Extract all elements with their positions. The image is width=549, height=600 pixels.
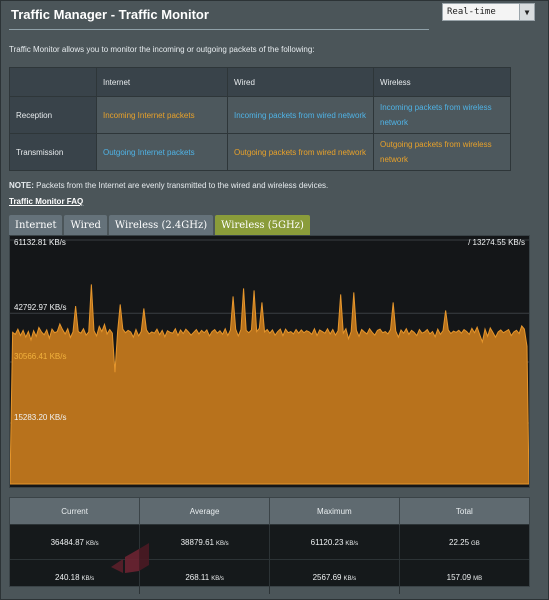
reception-wired-cell: Incoming packets from wired network: [227, 96, 374, 134]
stats-average: 268.11 KB/s: [139, 559, 270, 594]
stats-row-transmission: 240.18 KB/s 268.11 KB/s 2567.69 KB/s 157.09…: [10, 559, 529, 594]
stats-header-row: Current Average Maximum Total: [10, 498, 529, 525]
stats-maximum-unit: KB/s: [343, 575, 357, 582]
traffic-chart: 61132.81 KB/s 42792.97 KB/s 30566.41 KB/s 1…: [9, 235, 530, 488]
table-header-internet: Internet: [96, 67, 228, 97]
faq-link[interactable]: Traffic Monitor FAQ: [9, 197, 83, 206]
current-rate-readout: / 13274.55 KB/s: [468, 238, 525, 247]
note-prefix: NOTE:: [9, 181, 34, 190]
stats-maximum: 2567.69 KB/s: [269, 559, 400, 594]
tab-wireless-2-4ghz[interactable]: Wireless (2.4GHz): [108, 215, 214, 235]
stats-maximum-unit: KB/s: [345, 540, 359, 547]
table-header-empty: [9, 67, 97, 97]
page-title: Traffic Manager - Traffic Monitor: [11, 7, 209, 22]
stats-header-average: Average: [139, 498, 270, 525]
stats-total-value: 157.09: [446, 572, 472, 582]
row-label-reception: Reception: [9, 96, 97, 134]
y-tick-label: 15283.20 KB/s: [14, 413, 66, 422]
y-tick-label: 30566.41 KB/s: [14, 352, 66, 361]
stats-average-value: 38879.61: [180, 537, 214, 547]
table-row: Reception Incoming Internet packets Inco…: [9, 96, 511, 134]
stats-total: 157.09 MB: [399, 559, 529, 594]
reception-wireless-cell: Incoming packets from wireless network: [373, 96, 511, 134]
traffic-flow-table: Internet Wired Wireless Reception Incomi…: [9, 67, 511, 171]
stats-header-maximum: Maximum: [269, 498, 400, 525]
note-text: NOTE: Packets from the Internet are even…: [9, 181, 328, 190]
stats-header-current: Current: [10, 498, 141, 525]
stats-maximum-value: 61120.23: [310, 537, 344, 547]
mode-select[interactable]: Real-time ▼: [442, 3, 535, 21]
stats-current-unit: KB/s: [85, 540, 99, 547]
title-divider: [9, 29, 429, 30]
tab-internet[interactable]: Internet: [9, 215, 63, 235]
reception-area: [10, 284, 529, 485]
transmission-wireless-cell: Outgoing packets from wireless network: [373, 133, 511, 171]
intro-text: Traffic Monitor allows you to monitor th…: [9, 45, 315, 54]
stats-maximum-value: 2567.69: [312, 572, 342, 582]
y-tick-label: 61132.81 KB/s: [14, 238, 66, 247]
traffic-monitor-page: Traffic Manager - Traffic Monitor Real-t…: [0, 0, 549, 600]
stats-total-unit: GB: [471, 540, 480, 547]
stats-row-reception: 36484.87 KB/s 38879.61 KB/s 61120.23 KB/s 2…: [10, 524, 529, 560]
table-header-row: Internet Wired Wireless: [9, 67, 511, 97]
stats-average-value: 268.11: [185, 572, 210, 582]
row-label-transmission: Transmission: [9, 133, 97, 171]
stats-header-total: Total: [399, 498, 529, 525]
chevron-down-icon[interactable]: ▼: [519, 4, 534, 20]
traffic-chart-svg: 61132.81 KB/s 42792.97 KB/s 30566.41 KB/s 1…: [10, 238, 529, 485]
watermark-logo: [111, 543, 149, 573]
stats-panel: Current Average Maximum Total 36484.87 KB…: [9, 497, 530, 594]
stats-average-unit: KB/s: [215, 540, 229, 547]
tab-wired[interactable]: Wired: [64, 215, 107, 235]
stats-average: 38879.61 KB/s: [139, 524, 270, 560]
stats-total-unit: MB: [473, 575, 483, 582]
stats-maximum: 61120.23 KB/s: [269, 524, 400, 560]
transmission-internet-cell: Outgoing Internet packets: [96, 133, 228, 171]
y-tick-label: 42792.97 KB/s: [14, 303, 66, 312]
transmission-wired-cell: Outgoing packets from wired network: [227, 133, 374, 171]
reception-internet-cell: Incoming Internet packets: [96, 96, 228, 134]
stats-table: Current Average Maximum Total 36484.87 KB…: [10, 498, 529, 594]
table-header-wireless: Wireless: [373, 67, 511, 97]
table-row: Transmission Outgoing Internet packets O…: [9, 133, 511, 171]
tab-wireless-5ghz[interactable]: Wireless (5GHz): [215, 215, 310, 235]
stats-average-unit: KB/s: [211, 575, 224, 582]
stats-current-unit: KB/s: [81, 575, 95, 582]
stats-current-value: 36484.87: [50, 537, 84, 547]
note-body: Packets from the Internet are evenly tra…: [33, 181, 329, 190]
stats-current-value: 240.18: [55, 572, 80, 582]
stats-total: 22.25 GB: [399, 524, 529, 560]
interface-tabs: Internet Wired Wireless (2.4GHz) Wireles…: [9, 215, 310, 235]
mode-select-value: Real-time: [447, 7, 496, 17]
stats-total-value: 22.25: [449, 537, 470, 547]
table-header-wired: Wired: [227, 67, 374, 97]
